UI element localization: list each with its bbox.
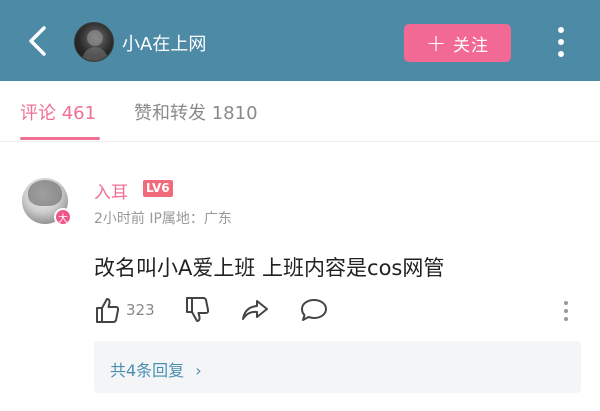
tab-comments[interactable]: 评论 461 [20,99,96,125]
tab-likes-shares[interactable]: 赞和转发 1810 [134,99,258,125]
thumbs-down-icon [186,297,210,322]
comment-text: 改名叫小A爱上班 上班内容是cos网管 [94,256,445,280]
avatar-image [81,30,109,61]
comment-meta: 2小时前 IP属地：广东 [94,211,232,227]
replies-label: 共4条回复 › [110,361,202,380]
like-button[interactable] [94,296,120,328]
vip-badge: 大 [54,208,72,226]
plus-icon: + [425,29,448,57]
follow-label: 关注 [453,35,490,56]
share-icon [242,300,268,320]
back-button[interactable] [22,22,56,60]
commenter-username[interactable]: 入耳 [94,178,128,203]
like-count: 323 [126,301,155,319]
page-title: 小A在上网 [122,34,207,55]
more-vertical-icon [564,301,568,321]
comment-bubble-icon [301,299,327,321]
active-tab-indicator [20,137,100,140]
view-replies-button[interactable]: 共4条回复 › [94,341,581,393]
more-button[interactable] [553,24,569,60]
reply-button[interactable] [299,296,329,328]
tab-bar: 评论 461 赞和转发 1810 [0,81,600,141]
top-bar: 小A在上网 + 关注 [0,0,600,81]
header-avatar[interactable] [74,22,114,62]
chevron-right-icon: › [195,361,202,380]
more-vertical-icon [558,27,564,57]
share-button[interactable] [240,296,270,328]
level-badge: LV6 [143,180,173,197]
follow-button[interactable]: + 关注 [404,24,511,62]
divider [0,141,600,142]
dislike-button[interactable] [184,296,210,328]
back-arrow-icon [29,26,46,56]
comment-more-button[interactable] [561,299,571,323]
thumbs-up-icon [96,298,120,323]
